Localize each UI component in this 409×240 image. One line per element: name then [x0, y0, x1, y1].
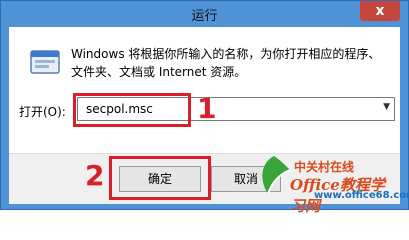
close-icon: x	[375, 3, 385, 19]
close-button[interactable]: x	[360, 1, 400, 21]
watermark-url: www.office68.com	[314, 190, 409, 201]
run-app-icon	[30, 50, 60, 74]
dialog-footer: 确定 取消 2 中关村在线 Office教程学习网 www.office68.c…	[9, 152, 409, 215]
highlight-box-input	[73, 93, 191, 127]
title-bar[interactable]: 运行 x	[1, 1, 408, 27]
watermark: 中关村在线 Office教程学习网 www.office68.com	[250, 152, 409, 215]
run-dialog: 运行 x Windows 将根据你所输入的名称，为你打开相应的程序、 文件夹、文…	[0, 0, 409, 215]
watermark-cn: 中关村在线	[294, 160, 355, 174]
step-marker-1: 1	[197, 92, 217, 125]
dialog-body: Windows 将根据你所输入的名称，为你打开相应的程序、 文件夹、文档或 In…	[9, 27, 400, 153]
description: Windows 将根据你所输入的名称，为你打开相应的程序、 文件夹、文档或 In…	[71, 45, 391, 81]
step-marker-2: 2	[85, 159, 105, 192]
highlight-box-ok	[109, 156, 211, 200]
description-line-1: Windows 将根据你所输入的名称，为你打开相应的程序、	[71, 47, 381, 61]
window-title: 运行	[191, 9, 218, 24]
site-logo-icon	[262, 156, 291, 195]
open-label: 打开(O):	[19, 105, 66, 119]
dropdown-arrow-icon[interactable]: ▼	[383, 102, 390, 112]
description-line-2: 文件夹、文档或 Internet 资源。	[71, 65, 247, 79]
